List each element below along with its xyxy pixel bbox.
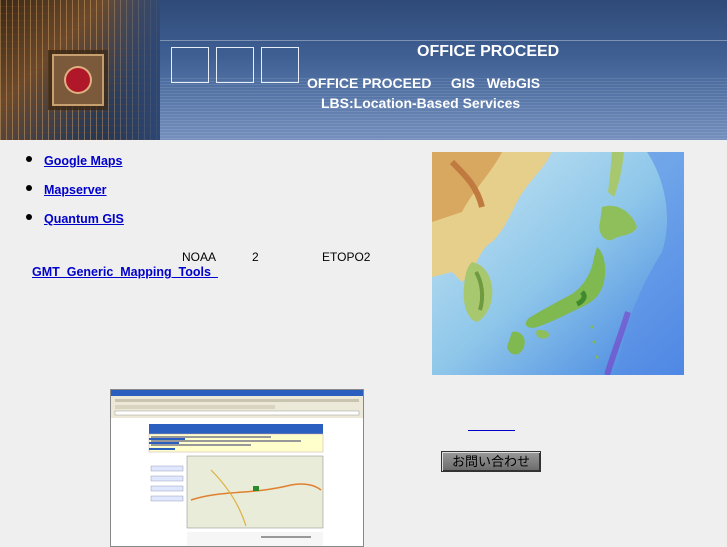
noaa-text: NOAA	[182, 250, 217, 264]
header-box-3	[261, 47, 299, 83]
bullet-icon	[26, 156, 32, 162]
bullet-icon	[26, 214, 32, 220]
etopo-text: ETOPO2	[322, 250, 371, 264]
mapserver-link[interactable]: Mapserver	[44, 183, 107, 197]
site-subtitle: OFFICE PROCEED GIS WebGIS	[307, 75, 541, 91]
list-item: Mapserver	[24, 179, 124, 208]
japan-relief-map	[432, 152, 684, 375]
webgis-screenshot-thumbnail[interactable]	[110, 389, 364, 547]
browser-window-preview	[111, 390, 363, 546]
bullet-icon	[26, 185, 32, 191]
google-maps-link[interactable]: Google Maps	[44, 154, 122, 168]
gmt-link[interactable]: GMT Generic Mapping Tools	[32, 265, 218, 279]
list-item: Google Maps	[24, 150, 124, 179]
circuit-chip-image	[0, 0, 160, 140]
header-box-1	[171, 47, 209, 83]
inquiry-button[interactable]: お問い合わせ	[441, 451, 541, 472]
site-tagline: LBS:Location-Based Services	[321, 95, 521, 111]
header-box-2	[216, 47, 254, 83]
number-text: 2	[252, 250, 259, 264]
list-item: Quantum GIS	[24, 208, 124, 237]
header-banner: OFFICE PROCEED OFFICE PROCEED GIS WebGIS…	[0, 0, 727, 140]
underlined-link[interactable]	[468, 430, 515, 431]
link-list: Google Maps Mapserver Quantum GIS	[24, 150, 124, 237]
quantum-gis-link[interactable]: Quantum GIS	[44, 212, 124, 226]
site-title: OFFICE PROCEED	[417, 43, 560, 60]
